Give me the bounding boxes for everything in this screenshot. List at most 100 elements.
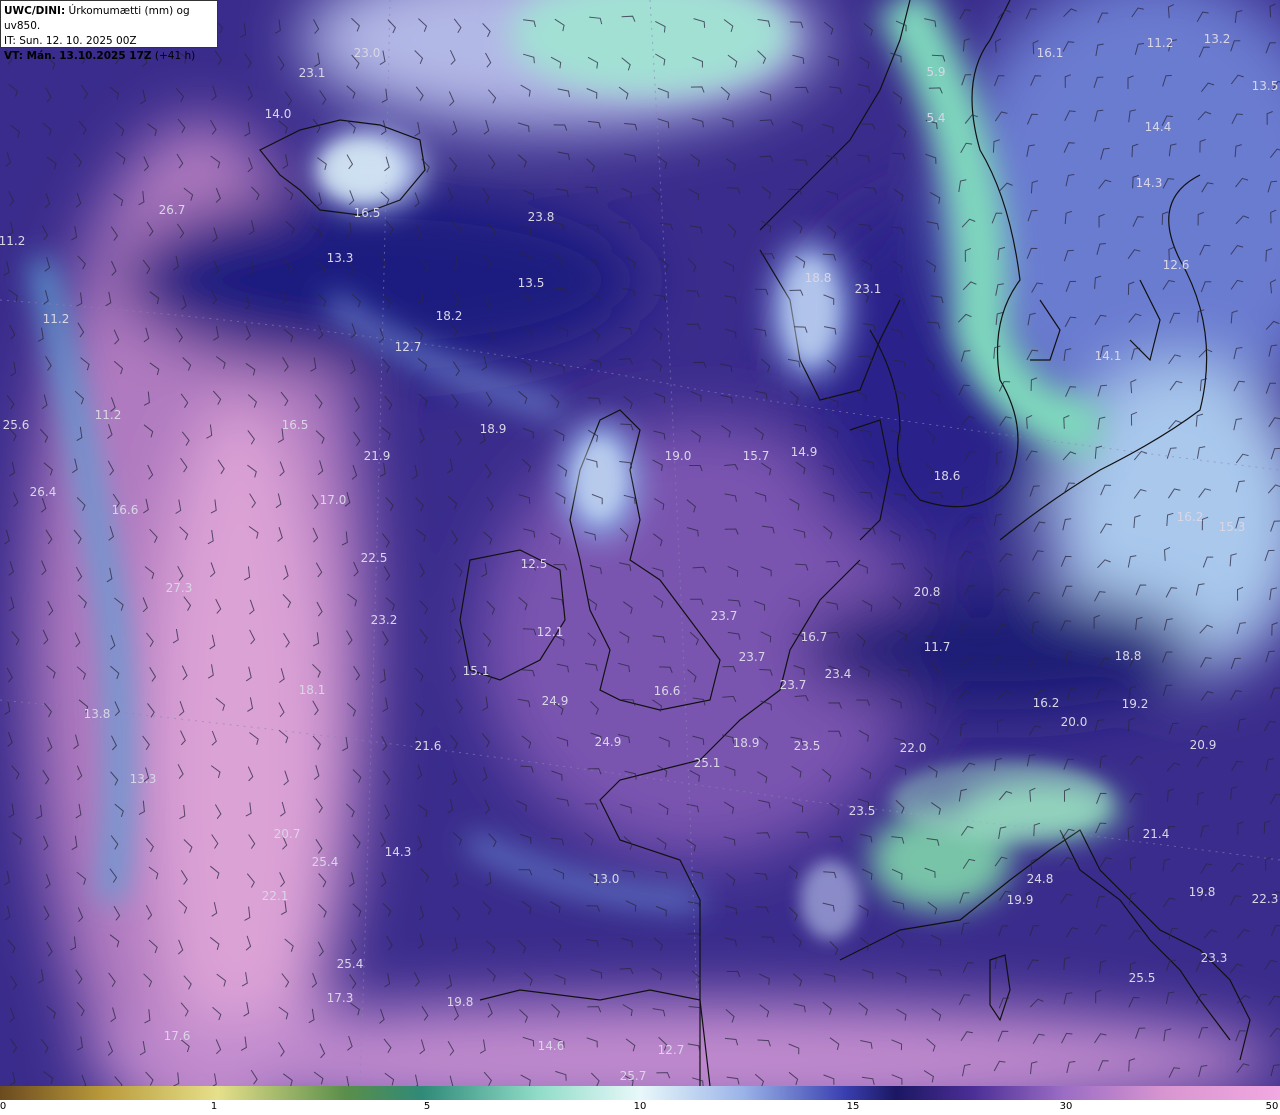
map-value-label: 23.5 [794,739,821,753]
map-value-label: 11.2 [1147,36,1174,50]
map-value-label: 13.3 [327,251,354,265]
map-value-label: 11.7 [924,640,951,654]
map-value-label: 13.3 [130,772,157,786]
map-value-label: 15.1 [463,664,490,678]
map-value-label: 25.4 [312,855,339,869]
map-value-label: 22.5 [361,551,388,565]
map-value-label: 14.0 [265,107,292,121]
map-value-label: 23.3 [1201,951,1228,965]
map-value-label: 18.6 [934,469,961,483]
map-value-label: 24.9 [542,694,569,708]
map-value-label: 21.4 [1143,827,1170,841]
map-value-label: 20.8 [914,585,941,599]
map-value-label: 19.0 [665,449,692,463]
map-value-label: 21.6 [415,739,442,753]
colorbar-tick-label: 0 [0,1101,7,1112]
valid-time: VT: Mán. 13.10.2025 17Z [4,50,152,62]
map-value-label: 13.2 [1204,32,1231,46]
colorbar: 0 1 5 10 15 30 50 [0,1086,1280,1115]
map-value-label: 19.8 [1189,885,1216,899]
map-value-label: 12.7 [395,340,422,354]
map-value-label: 19.9 [1007,893,1034,907]
map-value-label: 24.9 [595,735,622,749]
map-value-label: 27.3 [166,581,193,595]
map-value-label: 5.4 [926,111,945,125]
map-value-label: 16.7 [801,630,828,644]
map-value-label: 23.7 [780,678,807,692]
map-value-label: 14.9 [791,445,818,459]
map-value-label: 14.3 [1136,176,1163,190]
map-value-label: 19.2 [1122,697,1149,711]
map-value-label: 17.6 [164,1029,191,1043]
map-value-label: 16.2 [1177,510,1204,524]
map-value-label: 23.1 [855,282,882,296]
map-value-label: 13.0 [593,872,620,886]
map-value-label: 23.7 [711,609,738,623]
map-value-label: 5.9 [926,65,945,79]
map-value-label: 16.6 [654,684,681,698]
map-value-label: 18.1 [299,683,326,697]
map-value-label: 18.8 [1115,649,1142,663]
colorbar-gradient [0,1086,1280,1100]
map-value-label: 20.9 [1190,738,1217,752]
map-value-label: 18.9 [480,422,507,436]
map-value-label: 21.9 [364,449,391,463]
lead-time: (+41 h) [151,50,196,62]
map-value-label: 26.4 [30,485,57,499]
map-value-label: 14.3 [385,845,412,859]
valid-time-line: VT: Mán. 13.10.2025 17Z (+41 h) [4,49,214,64]
map-value-label: 12.6 [1163,258,1190,272]
map-value-label: 23.7 [739,650,766,664]
map-value-label: 16.2 [1033,696,1060,710]
map-value-label: 17.0 [320,493,347,507]
init-time: IT: Sun. 12. 10. 2025 00Z [4,35,137,47]
map-value-label: 15.3 [1219,520,1246,534]
map-value-label: 13.8 [84,707,111,721]
map-value-label: 22.1 [262,889,289,903]
map-value-label: 19.8 [447,995,474,1009]
map-value-label: 24.8 [1027,872,1054,886]
map-value-label: 23.1 [299,66,326,80]
map-value-label: 15.7 [743,449,770,463]
map-value-label: 20.0 [1061,715,1088,729]
map-value-label: 12.7 [658,1043,685,1057]
map-value-label: 26.7 [159,203,186,217]
map-value-label: 18.8 [805,271,832,285]
map-canvas: 23.0 23.1 14.0 16.5 26.7 11.2 13.3 13.5 23.8 18.2… [0,0,1280,1115]
map-value-label: 12.1 [537,625,564,639]
map-value-label: 13.5 [518,276,545,290]
colorbar-tick-label: 15 [846,1101,860,1112]
map-value-label: 14.4 [1145,120,1172,134]
map-value-label: 22.0 [900,741,927,755]
map-value-label: 18.9 [733,736,760,750]
model-name: UWC/DINI: [4,5,66,17]
map-value-label: 25.7 [620,1069,647,1083]
map-value-label: 25.5 [1129,971,1156,985]
map-value-label: 14.1 [1095,349,1122,363]
map-value-label: 25.4 [337,957,364,971]
colorbar-tick-label: 50 [1265,1101,1279,1112]
map-value-label: 12.5 [521,557,548,571]
map-value-label: 25.6 [3,418,30,432]
colorbar-tick-label: 5 [423,1101,431,1112]
map-value-label: 16.6 [112,503,139,517]
map-value-label: 23.5 [849,804,876,818]
map-value-label: 23.4 [825,667,852,681]
colorbar-tick-label: 1 [210,1101,218,1112]
map-value-label: 13.5 [1252,79,1279,93]
map-header: UWC/DINI: Úrkomumætti (mm) og uv850. IT:… [0,0,218,62]
map-value-label: 11.2 [95,408,122,422]
map-value-label: 23.2 [371,613,398,627]
map-value-label: 16.5 [354,206,381,220]
map-value-label: 22.3 [1252,892,1279,906]
map-value-label: 23.8 [528,210,555,224]
map-value-label: 18.2 [436,309,463,323]
map-value-label: 14.6 [538,1039,565,1053]
map-value-label: 17.3 [327,991,354,1005]
map-value-label: 11.2 [43,312,70,326]
map-value-label: 20.7 [274,827,301,841]
title-line: UWC/DINI: Úrkomumætti (mm) og uv850. [4,4,214,34]
map-value-label: 16.5 [282,418,309,432]
map-value-label: 25.1 [694,756,721,770]
colorbar-tick-label: 10 [633,1101,647,1112]
